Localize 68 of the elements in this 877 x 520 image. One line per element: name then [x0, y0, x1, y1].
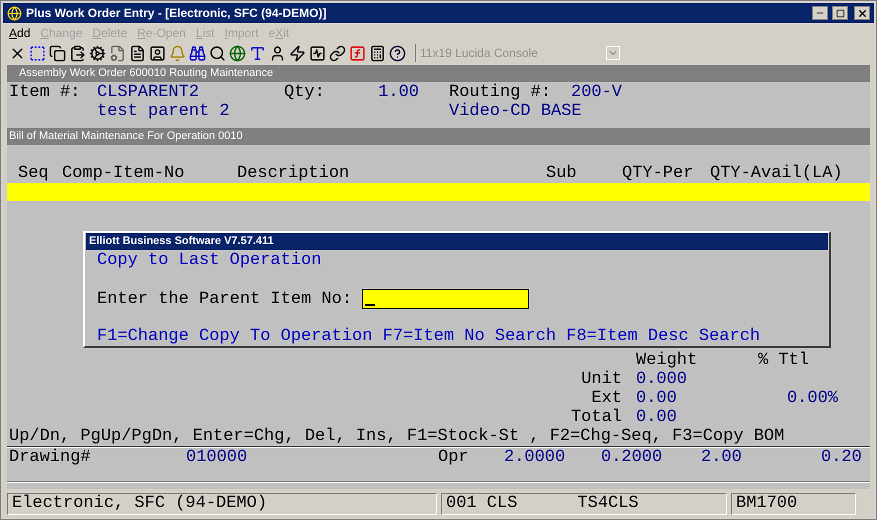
- dialog-key-hint: F1=Change Copy To Operation F7=Item No Search F8=Item Desc Search: [97, 327, 760, 346]
- window-title: Plus Work Order Entry - [Electronic, SFC (94-DEMO)]: [26, 5, 326, 22]
- close-button[interactable]: [854, 6, 870, 20]
- field-label: Opr: [438, 448, 469, 467]
- column-header: Description: [237, 164, 350, 183]
- column-header: Weight: [636, 351, 698, 370]
- field-label: Enter the Parent Item No:: [97, 290, 352, 308]
- detail-value: 2.00: [701, 448, 742, 467]
- text-cursor: [365, 304, 376, 306]
- minimize-button[interactable]: [812, 6, 828, 20]
- binoculars-icon[interactable]: [189, 44, 206, 62]
- field-label: Routing #:: [449, 83, 552, 102]
- status-text: 001 CLS: [446, 493, 518, 516]
- column-header: Comp-Item-No: [62, 164, 184, 183]
- maximize-icon: [836, 8, 844, 18]
- app-logo-icon: [7, 6, 22, 20]
- column-header: QTY-Per: [622, 164, 694, 183]
- field-label: Drawing#: [9, 448, 91, 467]
- weight-value: 0.00: [636, 408, 677, 427]
- key-hint: Up/Dn, PgUp/PgDn, Enter=Chg, Del, Ins, F1=Stock-St , F2=Chg-Seq, F3=Copy BOM: [8, 427, 786, 446]
- field-label: Item #:: [9, 83, 80, 102]
- quantity-value: 1.00: [378, 83, 419, 102]
- dialog-heading: Copy to Last Operation: [97, 251, 322, 270]
- row-label: Ext: [591, 389, 622, 408]
- close-icon: [856, 8, 868, 18]
- search-icon[interactable]: [209, 44, 226, 62]
- column-header: QTY-Avail(LA): [710, 164, 843, 183]
- field-label: Qty:: [284, 83, 325, 102]
- copy-icon[interactable]: [49, 44, 66, 62]
- panel-header: Assembly Work Order 600010 Routing Maintenance: [7, 65, 870, 82]
- status-text: BM1700: [736, 493, 798, 516]
- gear-icon[interactable]: [89, 44, 106, 62]
- detail-value: 0.20: [821, 448, 862, 467]
- help-icon[interactable]: [389, 44, 406, 62]
- percent-value: 0.00%: [786, 389, 838, 408]
- document-gear-icon[interactable]: [109, 44, 126, 62]
- column-header: Seq: [18, 164, 49, 183]
- list-icon[interactable]: [129, 44, 146, 62]
- dialog-title-bar: Elliott Business Software V7.57.411: [86, 233, 828, 250]
- panel-header: Bill of Material Maintenance For Operation 0010: [7, 128, 870, 145]
- globe-icon[interactable]: [229, 44, 246, 62]
- item-number: CLSPARENT2: [97, 83, 200, 102]
- row-label: Total: [570, 408, 622, 427]
- dropdown-caret-icon: [606, 46, 620, 60]
- letter-icon[interactable]: [249, 44, 266, 62]
- selection-icon[interactable]: [29, 44, 46, 62]
- person-icon[interactable]: [269, 44, 286, 62]
- status-text: TS4CLS: [577, 493, 639, 516]
- lightning-icon[interactable]: [289, 44, 306, 62]
- person-card-icon[interactable]: [149, 44, 166, 62]
- status-text: Electronic, SFC (94-DEMO): [12, 493, 268, 516]
- row-label: Unit: [581, 370, 622, 389]
- drawing-number: 010000: [186, 448, 248, 467]
- routing-value: 200-V: [571, 83, 622, 102]
- detail-value: 2.0000: [504, 448, 566, 467]
- weight-value: 0.000: [636, 370, 688, 389]
- maximize-button[interactable]: [832, 6, 848, 20]
- detail-value: 0.2000: [601, 448, 662, 467]
- link-icon[interactable]: [329, 44, 346, 62]
- routing-description: Video-CD BASE: [449, 102, 582, 121]
- calculator-icon[interactable]: [369, 44, 386, 62]
- menu-item[interactable]: Add: [9, 24, 30, 42]
- parent-item-input[interactable]: [362, 289, 530, 309]
- weight-value: 0.00: [636, 389, 677, 408]
- column-header: % Ttl: [758, 351, 810, 370]
- paste-icon[interactable]: [69, 44, 86, 62]
- column-header: Sub: [546, 164, 577, 183]
- item-description: test parent 2: [97, 102, 230, 121]
